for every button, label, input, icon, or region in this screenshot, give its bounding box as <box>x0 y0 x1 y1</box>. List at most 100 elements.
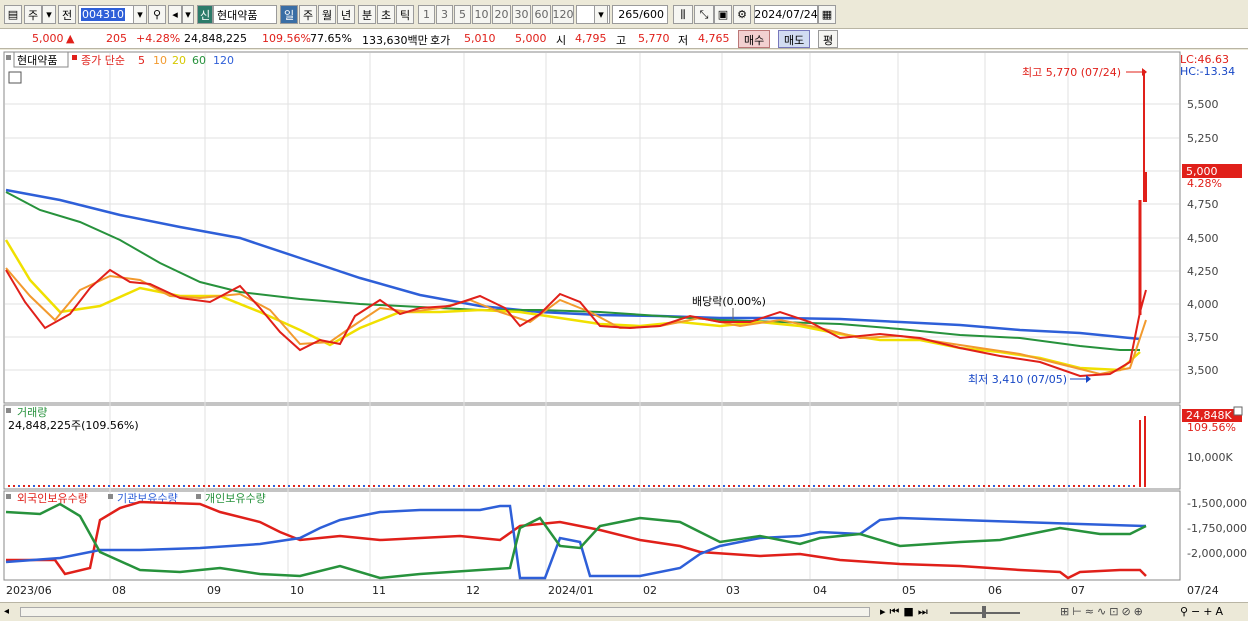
interval-20-button[interactable]: 20 <box>492 5 511 24</box>
volume-bar <box>558 485 560 487</box>
volume-bar <box>63 485 65 487</box>
speaker-dropdown-icon[interactable]: ▾ <box>182 5 194 24</box>
low-label: 저 <box>678 34 689 47</box>
volume-bar <box>1103 485 1105 487</box>
volume-bar <box>543 485 545 487</box>
volume-bar <box>1133 485 1135 487</box>
period-minute-button[interactable]: 분 <box>358 5 376 24</box>
volume-bar <box>783 485 785 487</box>
volume-bar <box>78 485 80 487</box>
interval-1-button[interactable]: 1 <box>418 5 435 24</box>
buy-button[interactable]: 매수 <box>738 30 771 48</box>
zoom-slider-handle[interactable] <box>982 606 986 618</box>
table-toggle-icon[interactable] <box>8 71 22 84</box>
volume-close-icon[interactable] <box>1233 406 1243 416</box>
x-label-right: 07/24 <box>1187 584 1219 597</box>
volume-value: 24,848,225 <box>184 32 247 45</box>
volume-bar <box>573 485 575 487</box>
volume-bar <box>168 485 170 487</box>
volume-bar <box>518 485 520 487</box>
chart-area[interactable]: 최고 5,770 (07/24) 최저 3,410 (07/05) 배당락(0.… <box>0 50 1248 602</box>
window-menu-icon[interactable]: ▤ <box>4 5 22 24</box>
interval-60-button[interactable]: 60 <box>532 5 551 24</box>
volume-bar <box>1083 485 1085 487</box>
period-week-button[interactable]: 주 <box>299 5 317 24</box>
calendar-icon[interactable]: ▦ <box>818 5 836 24</box>
volume-bar <box>1028 485 1030 487</box>
interval-120-button[interactable]: 120 <box>552 5 574 24</box>
period-second-button[interactable]: 초 <box>377 5 395 24</box>
interval-5-button[interactable]: 5 <box>454 5 471 24</box>
volume-bar <box>613 485 615 487</box>
volume-bar <box>703 485 705 487</box>
legend-ma60: 60 <box>192 54 206 67</box>
volume-bar <box>878 485 880 487</box>
period-year-button[interactable]: 년 <box>337 5 355 24</box>
price-tick-4750: 4,750 <box>1187 198 1219 211</box>
code-input[interactable]: 004310 <box>78 5 134 24</box>
volume-bar <box>593 485 595 487</box>
interval-dropdown-icon[interactable]: ▾ <box>594 5 608 24</box>
volume-value-label: 24,848,225주(109.56%) <box>8 419 139 432</box>
volume-bar <box>478 485 480 487</box>
code-dropdown-icon[interactable]: ▾ <box>133 5 147 24</box>
scroll-bar[interactable]: ◂ ▸⏮■⏭ ⊞⊢≈∿⊡⊘⊕ ⚲−+A <box>0 602 1248 621</box>
volume-bar <box>383 485 385 487</box>
search-icon[interactable]: ⚲ <box>148 5 166 24</box>
interval-10-button[interactable]: 10 <box>472 5 491 24</box>
volume-current-pct: 109.56% <box>1187 421 1236 434</box>
volume-title: 거래량 <box>17 406 47 419</box>
sell-button[interactable]: 매도 <box>778 30 811 48</box>
volume-bar <box>398 485 400 487</box>
settings-gear-icon[interactable]: ⚙ <box>733 5 751 24</box>
mode-dropdown-icon[interactable]: ▾ <box>42 5 56 24</box>
volume-bar <box>1123 485 1125 487</box>
period-month-button[interactable]: 월 <box>318 5 336 24</box>
volume-bar <box>448 485 450 487</box>
playback-controls-icon[interactable]: ▸⏮■⏭ <box>880 605 932 619</box>
price-tick-4500: 4,500 <box>1187 232 1219 245</box>
interval-3-button[interactable]: 3 <box>436 5 453 24</box>
candle-type-icon[interactable]: ⫼ <box>673 5 693 24</box>
avg-button[interactable]: 평 <box>818 30 839 48</box>
volume-bar <box>968 485 970 487</box>
volume-bar <box>93 485 95 487</box>
volume-bar <box>433 485 435 487</box>
volume-bar <box>888 485 890 487</box>
drawing-tools-icon[interactable]: ⊞⊢≈∿⊡⊘⊕ <box>1060 605 1146 618</box>
volume-bar <box>443 485 445 487</box>
low-annotation: 최저 3,410 (07/05) <box>968 373 1067 386</box>
count-field[interactable]: 265/600 <box>612 5 668 24</box>
zoom-controls-icon[interactable]: ⚲−+A <box>1180 605 1226 618</box>
speaker-icon[interactable]: ◂ <box>168 5 182 24</box>
volume-bar <box>633 485 635 487</box>
stock-name-field[interactable]: 현대약품 <box>213 5 277 24</box>
volume-bar <box>1058 485 1060 487</box>
jeon-button[interactable]: 전 <box>58 5 76 24</box>
period-tick-button[interactable]: 틱 <box>396 5 414 24</box>
volume-bar <box>488 485 490 487</box>
volume-bar <box>943 485 945 487</box>
draw-tool-icon[interactable]: ⤡ <box>694 5 714 24</box>
price-change: 205 <box>106 32 127 45</box>
volume-bar <box>753 485 755 487</box>
high-price: 5,770 <box>638 32 670 45</box>
date-input[interactable]: 2024/07/24 <box>754 5 818 24</box>
holding-bullet-2-icon <box>108 494 113 499</box>
scroll-left-icon[interactable]: ◂ <box>4 606 9 617</box>
interval-30-button[interactable]: 30 <box>512 5 531 24</box>
volume-bar <box>438 485 440 487</box>
mode-button[interactable]: 주 <box>24 5 42 24</box>
hc-label: HC:-13.34 <box>1180 65 1235 78</box>
volume-bar <box>258 485 260 487</box>
volume-bar <box>133 485 135 487</box>
bid-price-2: 5,000 <box>515 32 547 45</box>
price-tick-3500: 3,500 <box>1187 364 1219 377</box>
period-day-button[interactable]: 일 <box>280 5 298 24</box>
volume-bar <box>773 485 775 487</box>
scroll-track[interactable] <box>20 607 870 617</box>
save-icon[interactable]: ▣ <box>714 5 732 24</box>
volume-bar <box>833 485 835 487</box>
code-value: 004310 <box>81 8 125 21</box>
volume-bar <box>483 485 485 487</box>
